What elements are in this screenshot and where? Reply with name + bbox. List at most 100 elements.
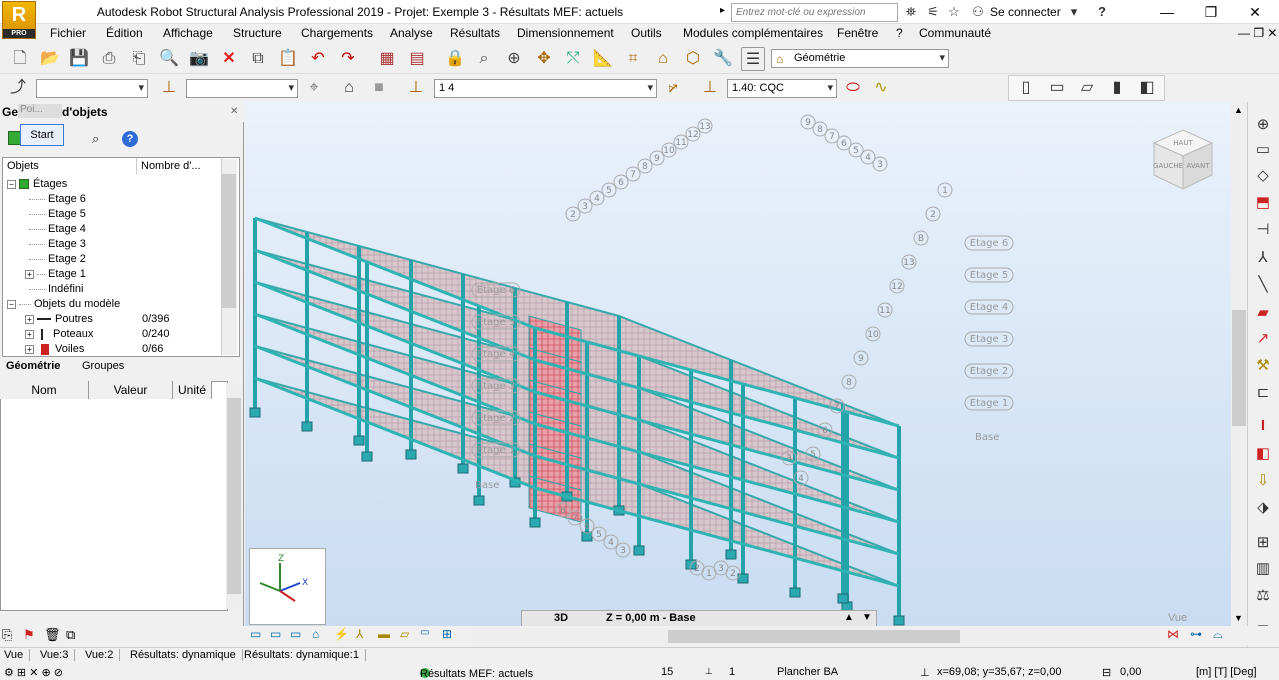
collapse-icon[interactable]: −: [7, 299, 16, 309]
select-icon[interactable]: ⤲: [561, 47, 585, 71]
rigid-link-tool-icon[interactable]: ⊏: [1252, 382, 1274, 404]
sign-in-link[interactable]: Se connecter: [990, 0, 1061, 24]
display-bars-icon[interactable]: ▭: [270, 627, 281, 641]
col-unit-header[interactable]: Unité: [173, 381, 212, 399]
section-tool-icon[interactable]: ⊣: [1252, 219, 1274, 241]
animation-icon[interactable]: ∿: [869, 76, 893, 100]
delete-icon[interactable]: ✕: [217, 47, 241, 71]
user-icon[interactable]: ⚇: [970, 4, 986, 20]
case-combo[interactable]: 1 4: [434, 79, 657, 98]
close-button[interactable]: ✕: [1233, 0, 1277, 24]
tree-node-etage-3[interactable]: Etage 3: [29, 238, 86, 250]
print-setup-icon[interactable]: ⎗: [127, 47, 151, 71]
new-file-icon[interactable]: 🗋: [8, 47, 32, 71]
section-icon[interactable]: ⌗: [621, 47, 645, 71]
layers-icon[interactable]: ⧉: [66, 627, 75, 643]
layout-selector-icon[interactable]: ☰: [741, 47, 765, 71]
3d-viewport[interactable]: Etage 6 Etage 5 Etage 4 Etage 3 Etage 2 Etage…: [245, 102, 1231, 628]
load-case-icon[interactable]: ⦬: [661, 76, 685, 100]
display-slabs-icon[interactable]: ▱: [400, 627, 409, 641]
support-tool-icon[interactable]: ⅄: [1252, 247, 1274, 269]
redo-icon[interactable]: ↷: [336, 47, 360, 71]
tree-node-etage-5[interactable]: Etage 5: [29, 208, 86, 220]
tree-node-etage-1[interactable]: + Etage 1: [25, 268, 86, 280]
display-loads-icon[interactable]: ⚡: [334, 627, 349, 641]
level-down-icon[interactable]: ▼: [862, 612, 872, 623]
calculator-icon[interactable]: ▦: [375, 47, 399, 71]
display-nodes-icon[interactable]: ▭: [250, 627, 261, 641]
star-icon[interactable]: ☆: [946, 4, 962, 20]
open-folder-icon[interactable]: 📂: [38, 47, 62, 71]
screen-capture-icon[interactable]: 📷: [187, 47, 211, 71]
mesh-tool-icon[interactable]: ⊞: [1252, 532, 1274, 554]
model-icon[interactable]: ⬡: [681, 47, 705, 71]
panel-icon[interactable]: ⌂: [337, 76, 361, 100]
tab-vue-2[interactable]: Vue:2: [85, 649, 121, 661]
node-select-icon[interactable]: ⤴: [6, 76, 30, 100]
tables-icon[interactable]: ▤: [405, 47, 429, 71]
subscription-icon[interactable]: ⚟: [925, 4, 941, 20]
minimize-button[interactable]: —: [1145, 0, 1189, 24]
view-cube[interactable]: HAUT GAUCHE AVANT: [1148, 125, 1218, 195]
expand-icon[interactable]: +: [25, 344, 34, 354]
modal-shape-icon[interactable]: ⬭: [841, 76, 865, 100]
binoculars-icon[interactable]: ⛯: [903, 4, 919, 20]
display-panels-icon[interactable]: ▬: [378, 627, 390, 641]
tree-node-etage-6[interactable]: Etage 6: [29, 193, 86, 205]
grid-tool-icon[interactable]: ▥: [1252, 558, 1274, 580]
display-icon[interactable]: ⎘: [2, 627, 12, 643]
col-name-header[interactable]: Nom: [0, 381, 89, 399]
node-tool-icon[interactable]: ⊕: [1252, 114, 1274, 136]
search-icon[interactable]: ⌕: [92, 131, 99, 147]
tree-node-voiles[interactable]: + Voiles: [25, 343, 84, 355]
menu-chargements[interactable]: Chargements: [301, 26, 373, 40]
lock-icon[interactable]: 🔒: [443, 47, 467, 71]
display-mesh-icon[interactable]: ⊞: [442, 627, 452, 641]
paste-icon[interactable]: 📋: [276, 47, 300, 71]
maximize-button[interactable]: ❐: [1189, 0, 1233, 24]
status-units[interactable]: [m] [T] [Deg]: [1196, 666, 1257, 678]
mode-combo[interactable]: 1.40: CQC: [727, 79, 837, 98]
column-icon[interactable]: ▯: [1014, 76, 1038, 100]
menu-dimensionnement[interactable]: Dimensionnement: [517, 26, 614, 40]
menu-structure[interactable]: Structure: [233, 26, 282, 40]
scroll-up-icon[interactable]: ▲: [1234, 105, 1243, 115]
menu-analyse[interactable]: Analyse: [390, 26, 433, 40]
bottom-tool-2-icon[interactable]: ⊶: [1190, 627, 1202, 641]
menu-fenetre[interactable]: Fenêtre: [837, 26, 878, 40]
zoom-icon[interactable]: ⌕: [472, 47, 496, 71]
bottom-tool-3-icon[interactable]: ⌓: [1213, 627, 1223, 642]
col-value-header[interactable]: Valeur: [89, 381, 173, 399]
offset-tool-icon[interactable]: ↗: [1252, 328, 1274, 350]
viewport-hscrollbar-thumb[interactable]: [668, 630, 960, 643]
beam-icon[interactable]: ▭: [1045, 76, 1069, 100]
menu-affichage[interactable]: Affichage: [163, 26, 213, 40]
view-3d-label[interactable]: 3D: [554, 612, 568, 624]
menu-help[interactable]: ?: [896, 26, 903, 40]
menu-fichier[interactable]: Fichier: [50, 26, 86, 40]
flag-icon[interactable]: ⚑: [23, 627, 35, 643]
viewport-vscrollbar-thumb[interactable]: [1232, 310, 1246, 426]
chevron-down-icon[interactable]: ▾: [1066, 4, 1082, 20]
panel-close-icon[interactable]: ✕: [230, 106, 238, 117]
preview-icon[interactable]: 🔍: [157, 47, 181, 71]
structure-icon[interactable]: ⌂: [651, 47, 675, 71]
preferences-icon[interactable]: 🔧: [711, 47, 735, 71]
status-tools-icons[interactable]: ⚙ ⊞ ✕ ⊕ ⊘: [4, 666, 63, 679]
i-section-tool-icon[interactable]: I: [1252, 415, 1274, 437]
thickness-tool-icon[interactable]: ◧: [1252, 443, 1274, 465]
menu-modules[interactable]: Modules complémentaires: [683, 26, 823, 40]
zoom-all-icon[interactable]: ⊕: [502, 47, 526, 71]
slab-icon[interactable]: ▱: [1075, 76, 1099, 100]
profile-tool-icon[interactable]: ⬒: [1252, 192, 1274, 214]
col-count-header[interactable]: Nombre d'...: [137, 158, 223, 174]
bar-tool-icon[interactable]: ╲: [1252, 274, 1274, 296]
layout-combo[interactable]: Géométrie: [771, 49, 949, 68]
weld-tool-icon[interactable]: ⚖: [1252, 585, 1274, 607]
case-select-icon[interactable]: ⊥: [404, 76, 428, 100]
menu-outils[interactable]: Outils: [631, 26, 662, 40]
tab-vue-3[interactable]: Vue:3: [40, 649, 76, 661]
filter-icon[interactable]: ⌖: [302, 76, 326, 100]
scroll-down-icon[interactable]: ▼: [1234, 613, 1243, 623]
measure-icon[interactable]: 📐: [591, 47, 615, 71]
